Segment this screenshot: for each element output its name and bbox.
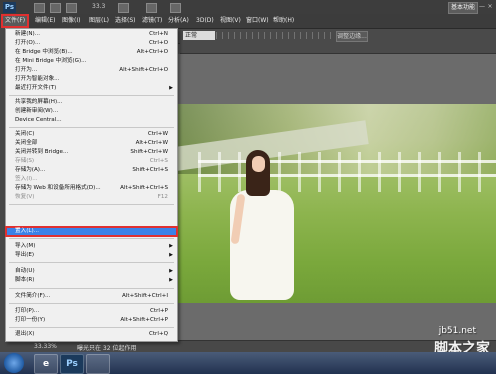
menu-item-create-review[interactable]: 创建新审阅(W)... (6, 107, 177, 116)
menu-layer[interactable]: 图层(L) (87, 16, 111, 26)
options-ruler (216, 32, 336, 39)
photoshop-taskbar-icon[interactable]: Ps (60, 354, 84, 374)
menu-item-automate[interactable]: 自动(U) ▶ (6, 267, 177, 276)
arrange-documents-icon[interactable] (146, 3, 157, 13)
menu-item-save-as[interactable]: 存储为(A)... Shift+Ctrl+S (6, 166, 177, 175)
submenu-arrow-icon: ▶ (169, 268, 173, 274)
folder-icon[interactable] (86, 354, 110, 374)
ie-icon[interactable]: e (34, 354, 58, 374)
menu-separator (9, 127, 174, 128)
menu-select[interactable]: 选择(S) (113, 16, 138, 26)
screen-mode-icon[interactable] (170, 3, 181, 13)
menu-file[interactable]: 文件(F) (0, 14, 30, 28)
hand-tool-icon[interactable] (118, 3, 129, 13)
menu-analysis[interactable]: 分析(A) (166, 16, 191, 26)
start-button[interactable] (4, 353, 24, 373)
menu-separator (9, 204, 174, 205)
close-window-button[interactable]: × (486, 2, 494, 12)
menu-edit[interactable]: 编辑(E) (33, 16, 57, 26)
view-extras-icon[interactable] (66, 3, 77, 13)
menu-separator (9, 262, 174, 263)
submenu-arrow-icon: ▶ (169, 243, 173, 249)
menu-window[interactable]: 窗口(W) (244, 16, 271, 26)
menu-image[interactable]: 图像(I) (60, 16, 82, 26)
girl-face (252, 156, 265, 172)
menu-separator (9, 327, 174, 328)
fence-rail (198, 174, 496, 177)
menu-filter[interactable]: 滤镜(T) (140, 16, 164, 26)
menu-help[interactable]: 帮助(H) (271, 16, 296, 26)
menu-item-open-smart-object[interactable]: 打开为智能对象... (6, 75, 177, 84)
menu-item-export[interactable]: 导出(E) ▶ (6, 251, 177, 260)
menu-item-print-one-copy[interactable]: 打印一份(Y) Alt+Shift+Ctrl+P (6, 316, 177, 325)
menu-separator (9, 238, 174, 239)
menu-item-import[interactable]: 导入(M) ▶ (6, 242, 177, 251)
menu-item-share-screen[interactable]: 共享我的屏幕(H)... (6, 98, 177, 107)
status-doc-info[interactable]: 曝光只在 32 位起作用 (77, 343, 136, 352)
menu-item-place[interactable]: 置入(L)... (5, 226, 178, 237)
workspace-button[interactable]: 基本功能 (448, 2, 478, 14)
menu-view[interactable]: 视图(V) (218, 16, 243, 26)
application-title-bar: Ps 33.3 基本功能 — × (0, 0, 496, 14)
menu-item-recent-files[interactable]: 最近打开文件(T) ▶ (6, 84, 177, 93)
menu-separator (9, 95, 174, 96)
menu-item-browse-mini-bridge[interactable]: 在 Mini Bridge 中浏览(G)... (6, 57, 177, 66)
menu-item-scripts[interactable]: 脚本(R) ▶ (6, 276, 177, 285)
menu-separator (9, 303, 174, 304)
fence-rail (198, 160, 496, 163)
menu-item-close[interactable]: 关闭(C) Ctrl+W (6, 130, 177, 139)
menu-item-exit[interactable]: 退出(X) Ctrl+Q (6, 330, 177, 339)
file-menu-dropdown: 新建(N)... Ctrl+N 打开(O)... Ctrl+O 在 Bridge 中… (5, 28, 178, 342)
document-image[interactable] (178, 104, 496, 303)
windows-taskbar: e Ps (0, 352, 496, 374)
menu-item-revert[interactable]: 恢复(V) F12 (6, 193, 177, 202)
menu-item-new[interactable]: 新建(N)... Ctrl+N (6, 30, 177, 39)
menu-item-save[interactable]: 存储(S) Ctrl+S (6, 157, 177, 166)
watermark-site: jb51.net (438, 326, 476, 336)
menu-item-file-info[interactable]: 文件简介(F)... Alt+Shift+Ctrl+I (6, 292, 177, 301)
submenu-arrow-icon: ▶ (169, 252, 173, 258)
mode-select[interactable]: 正常 (183, 31, 215, 40)
menu-3d[interactable]: 3D(D) (194, 16, 216, 26)
minimize-button[interactable]: — (478, 2, 486, 12)
refine-edge-button[interactable]: 调整边缘... (336, 31, 368, 42)
submenu-arrow-icon: ▶ (169, 277, 173, 283)
white-fence (198, 152, 496, 192)
menu-item-check-in[interactable]: 签入(I)... (6, 175, 177, 184)
menu-bar: 文件(F) 编辑(E) 图像(I) 图层(L) 选择(S) 滤镜(T) 分析(A… (0, 14, 496, 29)
menu-separator (9, 288, 174, 289)
mini-bridge-icon[interactable] (50, 3, 61, 13)
document-tab[interactable] (180, 43, 496, 54)
menu-item-device-central[interactable]: Device Central... (6, 116, 177, 125)
menu-item-close-go-bridge[interactable]: 关闭并转到 Bridge... Shift+Ctrl+W (6, 148, 177, 157)
photoshop-logo: Ps (3, 2, 16, 13)
menu-item-save-for-web[interactable]: 存储为 Web 和设备所用格式(D)... Alt+Shift+Ctrl+S (6, 184, 177, 193)
status-zoom[interactable]: 33.33% (34, 343, 57, 350)
bridge-icon[interactable] (34, 3, 45, 13)
menu-item-open-as[interactable]: 打开为... Alt+Shift+Ctrl+O (6, 66, 177, 75)
menu-item-print[interactable]: 打印(P)... Ctrl+P (6, 307, 177, 316)
menu-item-browse-bridge[interactable]: 在 Bridge 中浏览(B)... Alt+Ctrl+O (6, 48, 177, 57)
zoom-level[interactable]: 33.3 (92, 3, 105, 10)
submenu-arrow-icon: ▶ (169, 85, 173, 91)
menu-item-close-all[interactable]: 关闭全部 Alt+Ctrl+W (6, 139, 177, 148)
menu-item-open[interactable]: 打开(O)... Ctrl+O (6, 39, 177, 48)
